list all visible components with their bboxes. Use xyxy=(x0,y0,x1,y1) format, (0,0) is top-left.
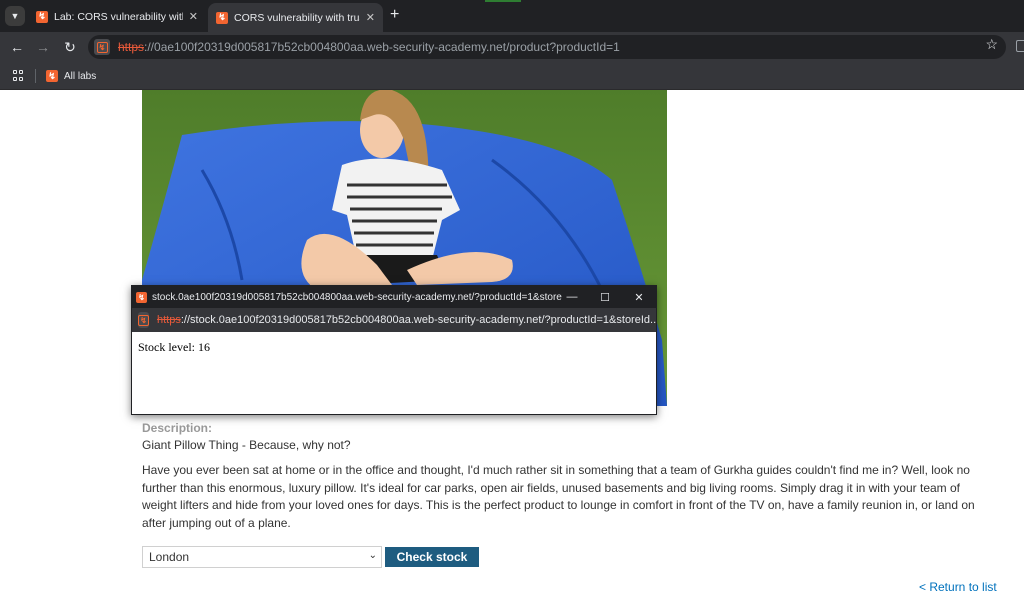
description-heading: Description: xyxy=(142,421,213,435)
tab-strip: ▼ ↯ Lab: CORS vulnerability with tru ✕ ↯… xyxy=(0,0,1024,32)
tab-cors-trusted[interactable]: ↯ CORS vulnerability with trusted ✕ xyxy=(208,3,383,32)
maximize-icon[interactable]: ☐ xyxy=(598,290,612,304)
tab-title: Lab: CORS vulnerability with tru xyxy=(54,10,183,23)
tab-title: CORS vulnerability with trusted xyxy=(234,11,360,24)
reload-icon: ↻ xyxy=(64,38,76,55)
store-select[interactable]: London ⌄ xyxy=(142,546,382,568)
popup-address-bar[interactable]: ↯ https://stock.0ae100f20319d005817b52cb… xyxy=(132,308,656,332)
popup-title-bar[interactable]: ↯ stock.0ae100f20319d005817b52cb004800aa… xyxy=(132,286,656,308)
return-to-list-link[interactable]: < Return to list xyxy=(919,580,997,594)
close-tab-icon[interactable]: ✕ xyxy=(189,10,198,23)
bookmarks-bar: ↯ All labs xyxy=(0,62,1024,90)
check-stock-button[interactable]: Check stock xyxy=(385,547,479,567)
arrow-right-icon: → xyxy=(36,39,50,55)
url-scheme: https xyxy=(118,40,145,54)
address-bar[interactable]: ↯ https://0ae100f20319d005817b52cb004800… xyxy=(88,35,1006,59)
url-host: ://0ae100f20319d005817b52cb004800aa.web-… xyxy=(144,40,507,54)
popup-url-rest: ://stock.0ae100f20319d005817b52cb004800a… xyxy=(180,314,656,326)
bookmark-star-icon[interactable]: ☆ xyxy=(985,36,998,53)
tab-lab-cors[interactable]: ↯ Lab: CORS vulnerability with tru ✕ xyxy=(28,3,206,30)
lab-logo-icon: ↯ xyxy=(138,314,149,326)
chevron-down-icon: ⌄ xyxy=(368,550,377,561)
bookmark-label: All labs xyxy=(64,70,97,82)
lab-logo-icon: ↯ xyxy=(136,291,147,303)
bookmarks-divider xyxy=(35,69,36,83)
apps-grid-icon[interactable] xyxy=(13,70,24,81)
lab-logo-icon: ↯ xyxy=(46,70,58,82)
forward-button[interactable]: → xyxy=(34,38,52,56)
lab-logo-icon: ↯ xyxy=(36,10,48,23)
browser-toolbar: ← → ↻ ↯ https://0ae100f20319d005817b52cb… xyxy=(0,32,1024,62)
lab-logo-icon: ↯ xyxy=(216,11,228,24)
site-info-button[interactable]: ↯ xyxy=(138,312,149,328)
url-path: /product?productId=1 xyxy=(506,40,620,54)
site-info-button[interactable]: ↯ xyxy=(94,39,110,55)
popup-url-scheme: https xyxy=(157,314,181,326)
stock-level-text: Stock level: 16 xyxy=(138,340,210,354)
close-icon[interactable]: ✕ xyxy=(632,290,646,304)
stock-popup-window: ↯ stock.0ae100f20319d005817b52cb004800aa… xyxy=(131,285,657,415)
extensions-icon[interactable] xyxy=(1016,40,1024,52)
close-tab-icon[interactable]: ✕ xyxy=(366,11,375,24)
minimize-icon[interactable]: — xyxy=(565,290,579,304)
product-tagline: Giant Pillow Thing - Because, why not? xyxy=(142,438,351,452)
reload-button[interactable]: ↻ xyxy=(61,38,79,56)
store-select-value: London xyxy=(149,550,190,564)
chevron-down-icon: ▼ xyxy=(10,11,20,21)
lab-logo-icon: ↯ xyxy=(96,41,108,53)
new-tab-button[interactable]: + xyxy=(390,6,399,24)
tab-strip-accent xyxy=(485,0,521,2)
arrow-left-icon: ← xyxy=(10,39,24,55)
product-description: Have you ever been sat at home or in the… xyxy=(142,463,975,530)
bookmark-all-labs[interactable]: ↯ All labs xyxy=(46,68,96,84)
tab-search-button[interactable]: ▼ xyxy=(5,6,25,26)
popup-title: stock.0ae100f20319d005817b52cb004800aa.w… xyxy=(152,291,562,303)
back-button[interactable]: ← xyxy=(8,38,26,56)
